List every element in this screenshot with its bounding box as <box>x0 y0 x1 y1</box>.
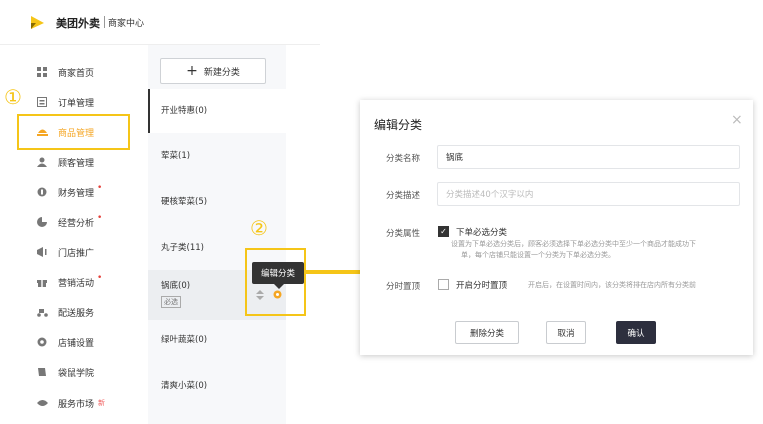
products-highlight-box <box>17 114 130 150</box>
category-item[interactable]: 绿叶蔬菜(0) <box>148 330 286 350</box>
sidebar-item-label: 袋鼠学院 <box>58 368 95 379</box>
required-checkbox[interactable]: ✓ <box>438 226 449 237</box>
sidebar-item-label: 商家首页 <box>58 68 95 79</box>
category-label: 丸子类(11) <box>161 243 204 253</box>
grid-icon <box>36 66 48 78</box>
required-hint-line: 设置为下单必选分类后，顾客必须选择下单必选分类中至少一个商品才能成功下 <box>451 240 696 248</box>
sidebar-item-market[interactable]: 服务市场 新 <box>36 393 105 413</box>
category-label: 清爽小菜(0) <box>161 381 208 391</box>
attribute-label: 分类属性 <box>385 229 420 239</box>
cancel-button[interactable]: 取消 <box>546 321 586 344</box>
name-label: 分类名称 <box>385 154 420 164</box>
new-category-button[interactable]: + 新建分类 <box>160 58 266 84</box>
edit-category-tooltip: 编辑分类 <box>252 262 304 289</box>
sidebar-item-label: 配送服务 <box>58 308 95 319</box>
close-icon[interactable]: × <box>731 112 743 128</box>
confirm-button[interactable]: 确认 <box>616 321 656 344</box>
settings-icon <box>36 336 48 348</box>
sidebar-item-customers[interactable]: 顾客管理 <box>36 152 94 172</box>
category-name-input[interactable]: 锅底 <box>437 145 740 169</box>
pin-checkbox[interactable] <box>438 279 449 290</box>
meituan-logo <box>31 16 44 29</box>
category-item[interactable]: 硬核荤菜(5) <box>148 192 286 212</box>
brand-divider <box>104 16 105 28</box>
order-icon <box>36 96 48 108</box>
sidebar-item-label: 顾客管理 <box>58 158 95 169</box>
sidebar-item-marketing[interactable]: 营销活动 • <box>36 272 102 292</box>
sidebar-item-label: 门店推广 <box>58 248 95 259</box>
description-label: 分类描述 <box>385 191 420 201</box>
new-category-label: 新建分类 <box>203 67 240 78</box>
category-item[interactable]: 开业特惠(0) <box>148 89 286 133</box>
promote-icon <box>36 246 48 258</box>
edit-category-dialog: 编辑分类 × 分类名称 锅底 分类描述 分类描述40个汉字以内 分类属性 ✓ 下… <box>360 100 753 355</box>
sidebar-item-analytics[interactable]: 经营分析 • <box>36 212 102 232</box>
sidebar-item-academy[interactable]: 袋鼠学院 <box>36 362 94 382</box>
sidebar-item-store-settings[interactable]: 店铺设置 <box>36 332 94 352</box>
edit-icon[interactable] <box>273 290 282 299</box>
pin-hint: 开启后，在设置时间内，该分类将排在店内所有分类前 <box>528 281 696 289</box>
notification-dot: • <box>97 183 103 193</box>
sidebar-item-label: 经营分析 <box>58 218 95 229</box>
category-description-input[interactable]: 分类描述40个汉字以内 <box>437 182 740 206</box>
sidebar-item-orders[interactable]: 订单管理 <box>36 92 94 112</box>
sidebar-item-promotion[interactable]: 门店推广 <box>36 242 94 262</box>
sidebar-item-label: 服务市场 <box>58 399 95 410</box>
delivery-icon <box>36 306 48 318</box>
sidebar-item-label: 营销活动 <box>58 278 95 289</box>
sidebar-item-home[interactable]: 商家首页 <box>36 62 94 82</box>
dialog-title: 编辑分类 <box>374 118 423 132</box>
delete-category-button[interactable]: 删除分类 <box>455 321 519 344</box>
step-one-marker: ① <box>4 85 22 109</box>
sidebar-item-delivery[interactable]: 配送服务 <box>36 302 94 322</box>
pin-label: 分时置顶 <box>385 282 420 292</box>
user-icon <box>36 156 48 168</box>
gift-icon <box>36 276 48 288</box>
sidebar-item-label: 店铺设置 <box>58 338 95 349</box>
required-hint: 设置为下单必选分类后，顾客必须选择下单必选分类中至少一个商品才能成功下 单，每个… <box>451 239 741 261</box>
category-label: 荤菜(1) <box>161 151 191 161</box>
category-item[interactable]: 清爽小菜(0) <box>148 376 286 396</box>
book-icon <box>36 366 48 378</box>
plus-icon: + <box>186 63 198 79</box>
required-option-label: 下单必选分类 <box>456 228 508 238</box>
category-label: 绿叶蔬菜(0) <box>161 335 208 345</box>
sidebar-item-finance[interactable]: 财务管理 • <box>36 182 102 202</box>
notification-dot: • <box>97 273 103 283</box>
sidebar-item-label: 财务管理 <box>58 188 95 199</box>
category-label: 开业特惠(0) <box>161 106 208 116</box>
sidebar-item-label: 订单管理 <box>58 98 95 109</box>
finance-icon <box>36 186 48 198</box>
category-label: 硬核荤菜(5) <box>161 197 208 207</box>
new-badge: 新 <box>98 399 106 407</box>
notification-dot: • <box>97 213 103 223</box>
required-hint-line: 单，每个店铺只能设置一个分类为下单必选分类。 <box>461 251 615 259</box>
brand-name: 美团外卖 <box>56 17 100 30</box>
market-icon <box>36 397 48 409</box>
required-tag: 必选 <box>161 296 181 308</box>
sort-icon[interactable] <box>256 290 264 300</box>
pin-option-label: 开启分时置顶 <box>456 281 508 291</box>
brand-subtitle: 商家中心 <box>108 19 145 29</box>
step-two-marker: ② <box>250 216 268 240</box>
chart-icon <box>36 216 48 228</box>
category-item[interactable]: 荤菜(1) <box>148 146 286 166</box>
